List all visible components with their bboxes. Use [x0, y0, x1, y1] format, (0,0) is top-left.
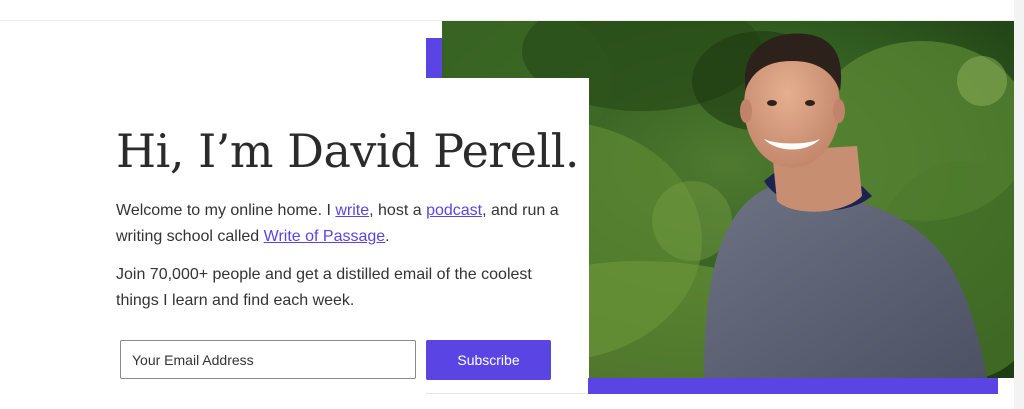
podcast-link[interactable]: podcast	[426, 202, 482, 219]
intro-text: , host a	[369, 202, 427, 219]
write-of-passage-link[interactable]: Write of Passage	[264, 228, 386, 245]
email-field[interactable]	[120, 340, 416, 379]
intro-paragraph: Welcome to my online home. I write, host…	[116, 198, 566, 250]
intro-text: Welcome to my online home. I	[116, 202, 336, 219]
newsletter-pitch: Join 70,000+ people and get a distilled …	[116, 266, 532, 309]
subscribe-button[interactable]: Subscribe	[426, 340, 551, 380]
intro-text: .	[385, 228, 390, 245]
write-link[interactable]: write	[335, 202, 369, 219]
card-divider	[426, 393, 588, 394]
scrollbar[interactable]	[1014, 0, 1024, 409]
page: Hi, I’m David Perell. Welcome to my onli…	[0, 0, 1024, 409]
accent-bar	[588, 378, 998, 394]
page-title: Hi, I’m David Perell.	[116, 124, 580, 178]
